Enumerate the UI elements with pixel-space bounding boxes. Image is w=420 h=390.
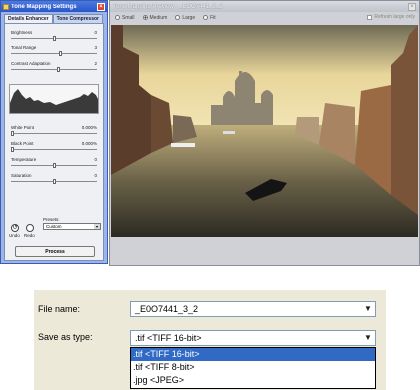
file-name-field[interactable]: _E0O7441_3_2 ▼	[130, 301, 376, 317]
slider-label: Saturation	[11, 173, 32, 178]
histogram-graph	[10, 89, 98, 113]
slider-value: 2	[94, 61, 97, 66]
slider-label: White Point	[11, 125, 35, 130]
presets-value: Custom	[46, 224, 62, 229]
slider-label: Contrast Adaptation	[11, 61, 51, 66]
tab-tone-compressor[interactable]: Tone Compressor	[52, 14, 103, 23]
save-as-type-label: Save as type:	[38, 332, 93, 342]
brightness-slider[interactable]: Brightness 0	[11, 30, 97, 42]
redo-icon[interactable]	[26, 224, 34, 232]
size-label: Medium	[149, 15, 168, 21]
refresh-large-only-checkbox[interactable]: Refresh large only	[367, 14, 415, 20]
chevron-down-icon[interactable]: ▼	[361, 302, 375, 316]
slider-value: 0	[94, 30, 97, 35]
close-icon[interactable]: ×	[97, 2, 105, 11]
contrast-adaptation-slider[interactable]: Contrast Adaptation 2	[11, 61, 97, 73]
save-as-type-dropdown: .tif <TIFF 16-bit> .tif <TIFF 8-bit> .jp…	[130, 347, 376, 389]
app-icon	[3, 3, 9, 10]
slider-thumb[interactable]	[57, 67, 60, 72]
save-dialog: File name: _E0O7441_3_2 ▼ Save as type: …	[34, 290, 386, 390]
temperature-slider[interactable]: Temperature 0	[11, 157, 97, 169]
process-button[interactable]: Process	[15, 246, 95, 257]
size-label: Fit	[210, 15, 216, 21]
size-label: Large	[182, 15, 196, 21]
size-option-small[interactable]: Small	[115, 15, 135, 21]
preview-image	[111, 25, 418, 237]
settings-title: Tone Mapping Settings	[11, 3, 77, 10]
slider-value: 0	[94, 173, 97, 178]
slider-value: 0.000%	[81, 125, 97, 130]
preview-titlebar[interactable]: Tone Mapping Preview - _EOO7441_3_2 ×	[110, 1, 419, 12]
tab-details-enhancer[interactable]: Details Enhancer	[4, 14, 53, 23]
chevron-down-icon[interactable]: ▼	[361, 331, 375, 345]
saturation-slider[interactable]: Saturation 0	[11, 173, 97, 185]
type-option-tiff-16[interactable]: .tif <TIFF 16-bit>	[131, 348, 375, 361]
settings-panel: Brightness 0 Tonal Range 3 Contrast Adap…	[4, 23, 104, 261]
slider-label: Brightness	[11, 30, 33, 35]
radio-icon[interactable]	[115, 15, 120, 21]
preview-title: Tone Mapping Preview - _EOO7441_3_2	[113, 3, 223, 10]
slider-thumb[interactable]	[11, 147, 14, 152]
slider-value: 0.000%	[81, 141, 97, 146]
size-label: Small	[122, 15, 135, 21]
settings-titlebar[interactable]: Tone Mapping Settings ×	[1, 1, 107, 12]
redo-label: Redo	[24, 233, 35, 238]
file-name-label: File name:	[38, 304, 81, 314]
size-option-large[interactable]: Large	[175, 15, 195, 21]
presets-select[interactable]: Custom ▾	[43, 223, 101, 230]
tone-mapping-preview-window: Tone Mapping Preview - _EOO7441_3_2 × Sm…	[109, 0, 420, 266]
radio-icon[interactable]	[142, 15, 148, 21]
tone-mapping-settings-window: Tone Mapping Settings × Details Enhancer…	[0, 0, 108, 264]
slider-thumb[interactable]	[53, 163, 56, 168]
undo-label: Undo	[9, 233, 20, 238]
undo-icon[interactable]: ↺	[11, 224, 19, 232]
slider-thumb[interactable]	[59, 51, 62, 56]
close-icon[interactable]: ×	[408, 2, 416, 11]
slider-thumb[interactable]	[53, 36, 56, 41]
save-as-type-value: .tif <TIFF 16-bit>	[135, 333, 202, 343]
tonal-range-slider[interactable]: Tonal Range 3	[11, 45, 97, 57]
checkbox-icon[interactable]	[367, 14, 373, 20]
chevron-down-icon[interactable]: ▾	[94, 224, 100, 229]
slider-label: Tonal Range	[11, 45, 37, 50]
black-point-slider[interactable]: Black Point 0.000%	[11, 141, 97, 153]
slider-value: 0	[94, 157, 97, 162]
slider-value: 3	[94, 45, 97, 50]
white-point-slider[interactable]: White Point 0.000%	[11, 125, 97, 137]
histogram	[9, 84, 99, 114]
presets-label: Presets:	[43, 217, 60, 222]
refresh-label: Refresh large only	[374, 14, 415, 20]
size-option-medium[interactable]: Medium	[142, 15, 168, 21]
slider-thumb[interactable]	[11, 131, 14, 136]
type-option-jpeg[interactable]: .jpg <JPEG>	[131, 374, 375, 387]
radio-icon[interactable]	[175, 15, 181, 21]
slider-label: Temperature	[11, 157, 37, 162]
save-as-type-select[interactable]: .tif <TIFF 16-bit> ▼	[130, 330, 376, 346]
slider-thumb[interactable]	[53, 179, 56, 184]
radio-icon[interactable]	[203, 15, 209, 21]
file-name-value: _E0O7441_3_2	[135, 304, 199, 314]
slider-label: Black Point	[11, 141, 34, 146]
size-option-fit[interactable]: Fit	[203, 15, 216, 21]
type-option-tiff-8[interactable]: .tif <TIFF 8-bit>	[131, 361, 375, 374]
